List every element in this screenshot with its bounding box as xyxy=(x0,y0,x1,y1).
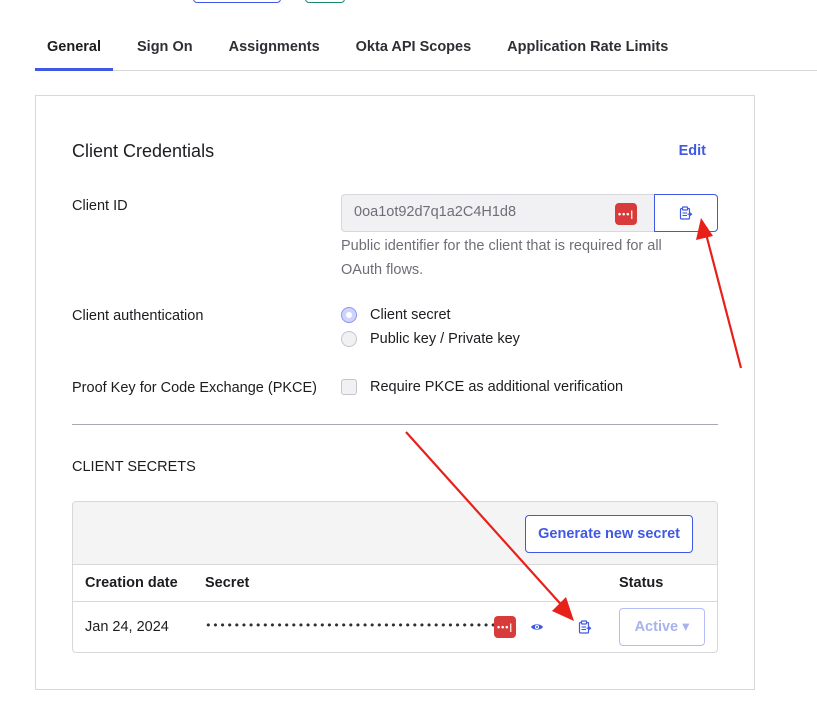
pkce-checkbox-row[interactable]: Require PKCE as additional verification xyxy=(341,379,623,395)
secret-creation-date: Jan 24, 2024 xyxy=(85,619,169,635)
radio-button-checked[interactable] xyxy=(341,307,357,323)
client-id-help-text: Public identifier for the client that is… xyxy=(341,238,662,278)
copy-secret-button[interactable] xyxy=(576,619,594,635)
show-secret-button[interactable] xyxy=(528,619,546,635)
client-secrets-heading: CLIENT SECRETS xyxy=(72,459,196,475)
column-header-creation-date: Creation date xyxy=(85,575,178,591)
pkce-label: Proof Key for Code Exchange (PKCE) xyxy=(72,380,318,396)
client-secrets-table: Generate new secret Creation date Secret… xyxy=(72,501,718,653)
client-auth-label: Client authentication xyxy=(72,308,204,324)
radio-client-secret[interactable]: Client secret xyxy=(341,307,451,323)
table-row: Jan 24, 2024 •••••••••••••••••••••••••••… xyxy=(73,602,717,652)
secrets-toolbar: Generate new secret xyxy=(73,502,717,565)
radio-label: Client secret xyxy=(370,307,451,323)
masked-secret: ••••••••••••••••••••••••••••••••••••••••… xyxy=(205,619,495,632)
radio-public-private-key[interactable]: Public key / Private key xyxy=(341,331,520,347)
section-title: Client Credentials xyxy=(72,141,215,161)
edit-button[interactable]: Edit xyxy=(679,143,706,159)
password-manager-icon[interactable]: •••| xyxy=(615,203,637,225)
column-header-status: Status xyxy=(619,575,664,591)
copy-client-id-button[interactable] xyxy=(654,194,718,232)
app-tabs: General Sign On Assignments Okta API Sco… xyxy=(35,30,817,71)
client-id-label: Client ID xyxy=(72,198,128,214)
radio-button[interactable] xyxy=(341,331,357,347)
eye-icon xyxy=(531,624,543,630)
pkce-checkbox[interactable] xyxy=(341,379,357,395)
checkbox-label: Require PKCE as additional verification xyxy=(370,379,624,395)
column-header-secret: Secret xyxy=(205,575,250,591)
table-header: Creation date Secret Status xyxy=(73,565,717,602)
tab-okta-api-scopes[interactable]: Okta API Scopes xyxy=(344,30,484,71)
radio-label: Public key / Private key xyxy=(370,331,520,347)
clipboard-copy-icon xyxy=(578,620,592,634)
header-button-stub[interactable] xyxy=(193,0,281,3)
password-manager-icon[interactable]: •••| xyxy=(494,616,516,638)
divider xyxy=(72,424,718,425)
tab-general[interactable]: General xyxy=(35,30,113,71)
tab-sign-on[interactable]: Sign On xyxy=(125,30,205,71)
tab-assignments[interactable]: Assignments xyxy=(217,30,332,71)
clipboard-copy-icon xyxy=(679,206,693,220)
client-credentials-panel: Client Credentials Edit Client ID 0oa1ot… xyxy=(35,95,755,690)
header-badge-stub xyxy=(305,0,345,3)
generate-new-secret-button[interactable]: Generate new secret xyxy=(525,515,693,553)
tab-application-rate-limits[interactable]: Application Rate Limits xyxy=(495,30,680,71)
client-id-field[interactable]: 0oa1ot92d7q1a2C4H1d8 xyxy=(341,194,654,232)
status-dropdown[interactable]: Active ▾ xyxy=(619,608,705,646)
